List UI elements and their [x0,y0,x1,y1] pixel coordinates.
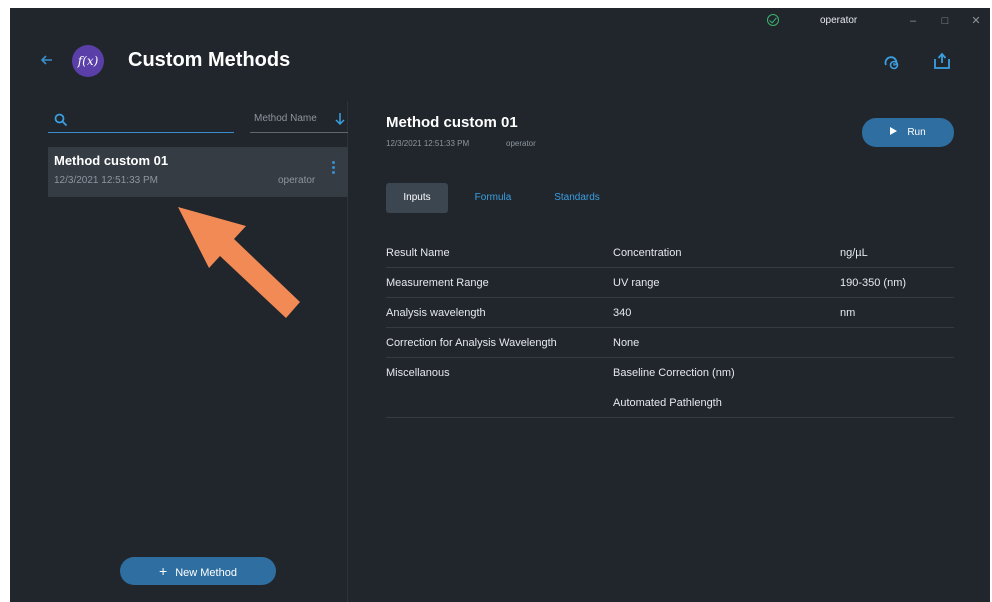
method-detail-user: operator [506,139,536,148]
plus-icon: + [159,563,168,579]
table-row: Correction for Analysis Wavelength None [386,328,954,358]
tab-standards[interactable]: Standards [544,183,610,213]
sort-descending-icon[interactable] [334,112,346,126]
close-button[interactable]: ✕ [966,12,986,30]
new-method-button[interactable]: + New Method [120,557,276,585]
play-icon [890,127,898,136]
export-icon[interactable] [931,50,953,72]
titlebar-user: operator [820,15,858,26]
row-unit: ng/µL [840,247,868,259]
app-window: operator – □ ✕ f(x) Custom Methods Metho… [10,8,990,602]
row-value: Baseline Correction (nm) [613,367,735,379]
row-value: Automated Pathlength [613,397,722,409]
row-value: UV range [613,277,660,289]
row-name: Miscellanous [386,367,450,379]
method-list-item[interactable]: Method custom 01 12/3/2021 12:51:33 PM o… [48,147,348,197]
tab-formula[interactable]: Formula [462,183,524,213]
search-icon [54,113,68,127]
search-field[interactable] [48,109,234,133]
inputs-table: Result Name Concentration ng/µL Measurem… [386,238,954,418]
method-name: Method custom 01 [54,153,169,168]
table-row: Miscellanous Baseline Correction (nm) [386,358,954,388]
more-options-icon[interactable] [330,161,336,177]
title-bar: operator – □ ✕ [10,8,990,34]
method-date: 12/3/2021 12:51:33 PM [54,175,158,186]
row-name: Correction for Analysis Wavelength [386,337,557,349]
maximize-button[interactable]: □ [935,12,955,30]
check-circle-icon [767,14,779,26]
row-name: Measurement Range [386,277,489,289]
row-value: None [613,337,640,349]
row-unit: nm [840,307,856,319]
minimize-button[interactable]: – [903,12,923,30]
tab-inputs[interactable]: Inputs [386,183,448,213]
run-label: Run [907,127,926,138]
table-row: Measurement Range UV range 190-350 (nm) [386,268,954,298]
sort-dropdown[interactable]: Method Name [250,109,348,133]
new-method-label: New Method [175,567,237,579]
row-value: Concentration [613,247,682,259]
sort-label: Method Name [254,113,317,124]
page-title: Custom Methods [128,49,291,71]
row-unit: 190-350 (nm) [840,277,907,289]
method-detail-title: Method custom 01 [386,114,518,131]
method-detail-date: 12/3/2021 12:51:33 PM [386,139,470,148]
methods-list-panel: Method Name Method custom 01 12/3/2021 1… [10,101,348,602]
annotation-arrow-icon [178,207,300,318]
run-button[interactable]: Run [862,118,954,147]
row-value: 340 [613,307,632,319]
table-row: Automated Pathlength [386,388,954,418]
back-arrow-icon[interactable] [40,53,54,67]
row-name: Analysis wavelength [386,307,486,319]
table-row: Analysis wavelength 340 nm [386,298,954,328]
cloud-sync-icon[interactable] [880,50,902,72]
method-user: operator [278,175,316,186]
table-row: Result Name Concentration ng/µL [386,238,954,268]
row-name: Result Name [386,247,450,259]
custom-methods-logo: f(x) [72,45,104,77]
